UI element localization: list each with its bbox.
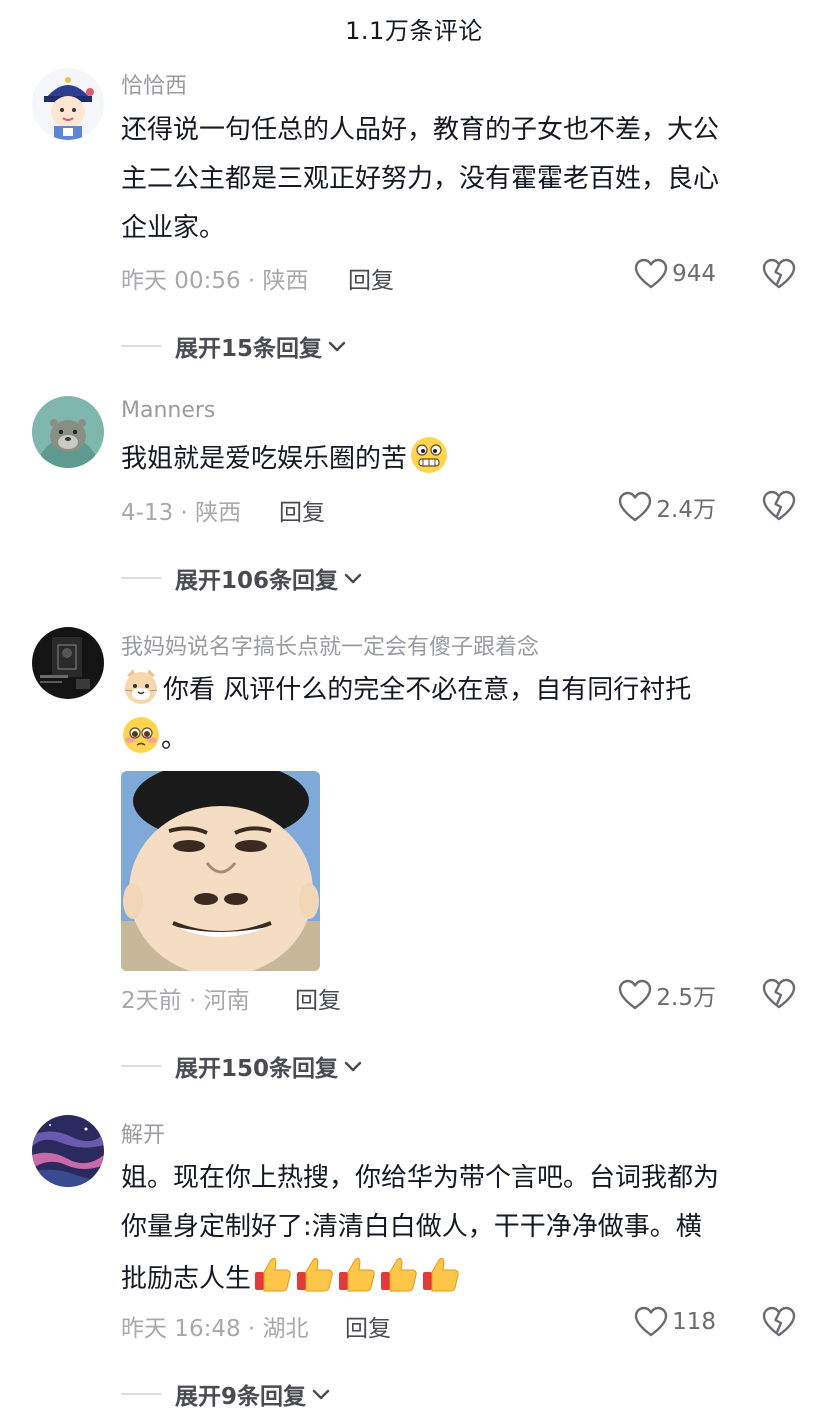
otter-avatar-icon <box>32 396 104 468</box>
like-count: 118 <box>672 1309 716 1335</box>
comment-text: 你看 风评什么的完全不必在意，自有同行衬托 。 <box>121 666 801 764</box>
reply-button[interactable]: 回复 <box>348 261 394 295</box>
comment-line-text: 你看 风评什么的完全不必在意，自有同行衬托 <box>163 675 692 705</box>
avatar[interactable] <box>32 627 104 699</box>
dislike-button[interactable] <box>762 258 796 290</box>
like-count: 2.4万 <box>656 497 716 523</box>
expand-replies-button[interactable]: 展开9条回复 <box>121 1377 332 1411</box>
comment-text: 姐。现在你上热搜，你给华为带个言吧。台词我都为 你量身定制好了:清清白白做人，干… <box>121 1154 801 1301</box>
like-count: 2.5万 <box>656 985 716 1011</box>
dislike-button[interactable] <box>762 978 796 1010</box>
expand-replies-label: 展开106条回复 <box>175 568 339 594</box>
purple-nebula-avatar-icon <box>32 1115 104 1187</box>
dislike-button[interactable] <box>762 1306 796 1338</box>
like-button[interactable]: 2.5万 <box>618 978 716 1012</box>
dark-photo-avatar-icon <box>32 627 104 699</box>
comment-line: 你看 风评什么的完全不必在意，自有同行衬托 <box>121 666 801 715</box>
comment-count-title: 1.1万条评论 <box>345 16 483 45</box>
like-button[interactable]: 2.4万 <box>618 490 716 524</box>
pleading-emoji-icon <box>121 715 161 755</box>
like-button[interactable]: 944 <box>634 258 716 290</box>
reply-button[interactable]: 回复 <box>279 493 325 527</box>
expand-replies-label: 展开15条回复 <box>175 336 323 362</box>
broken-heart-icon <box>762 1306 796 1337</box>
comment-line: 我姐就是爱吃娱乐圈的苦 <box>121 435 801 484</box>
divider <box>121 1393 161 1395</box>
thumbs-up-emoji-icon <box>377 1252 421 1296</box>
heart-icon <box>634 258 668 289</box>
expand-replies-label: 展开9条回复 <box>175 1384 307 1410</box>
chevron-down-icon <box>342 1055 364 1077</box>
cat-emoji-icon <box>121 666 161 706</box>
thumbs-up-emoji-icon <box>251 1252 295 1296</box>
username[interactable]: 解开 <box>121 1117 165 1149</box>
avatar[interactable] <box>32 1115 104 1187</box>
grimace-emoji-icon <box>409 435 449 475</box>
username[interactable]: 恰恰西 <box>121 68 187 100</box>
username[interactable]: Manners <box>121 398 215 423</box>
comment-text: 我姐就是爱吃娱乐圈的苦 <box>121 435 801 484</box>
reply-button[interactable]: 回复 <box>295 981 341 1015</box>
reply-button[interactable]: 回复 <box>345 1309 391 1343</box>
comment-line: 姐。现在你上热搜，你给华为带个言吧。台词我都为 <box>121 1163 720 1193</box>
comment-line-text: 批励志人生 <box>121 1264 252 1294</box>
heart-icon <box>634 1306 668 1337</box>
comment-line: 。 <box>121 715 801 764</box>
thumbs-up-emoji-icon <box>293 1252 337 1296</box>
expand-replies-button[interactable]: 展开15条回复 <box>121 329 348 363</box>
comment-line: 还得说一句任总的人品好，教育的子女也不差，大公 <box>121 115 720 145</box>
broken-heart-icon <box>762 490 796 521</box>
comment-line-text: 。 <box>161 724 188 754</box>
heart-icon <box>619 979 652 1010</box>
comments-header: 1.1万条评论 <box>0 0 828 56</box>
divider <box>121 577 161 579</box>
avatar[interactable] <box>32 68 104 140</box>
heart-icon <box>619 491 652 522</box>
comment-time-location: 昨天 16:48 · 湖北 <box>121 1316 309 1342</box>
comment-line: 主二公主都是三观正好努力，没有霍霍老百姓，良心 <box>121 164 720 194</box>
comment-time-location: 2天前 · 河南 <box>121 988 250 1014</box>
expand-replies-button[interactable]: 展开106条回复 <box>121 561 364 595</box>
divider <box>121 1065 161 1067</box>
like-count: 944 <box>672 261 716 287</box>
comment-time-location: 昨天 00:56 · 陕西 <box>121 268 309 294</box>
dislike-button[interactable] <box>762 490 796 522</box>
broken-heart-icon <box>762 258 796 289</box>
comment-time-location: 4-13 · 陕西 <box>121 500 242 526</box>
cartoon-qing-official-avatar-icon <box>32 68 104 140</box>
comment-image[interactable] <box>121 771 320 971</box>
expand-replies-button[interactable]: 展开150条回复 <box>121 1049 364 1083</box>
chevron-down-icon <box>326 335 348 357</box>
comment-line-text: 我姐就是爱吃娱乐圈的苦 <box>121 444 408 474</box>
chevron-down-icon <box>310 1383 332 1405</box>
like-button[interactable]: 118 <box>634 1306 716 1338</box>
divider <box>121 345 161 347</box>
avatar[interactable] <box>32 396 104 468</box>
broken-heart-icon <box>762 978 796 1009</box>
thumbs-up-emoji-icon <box>335 1252 379 1296</box>
distorted-face-meme-image <box>121 771 320 971</box>
comment-line: 你量身定制好了:清清白白做人，干干净净做事。横 <box>121 1212 702 1242</box>
comment-text: 还得说一句任总的人品好，教育的子女也不差，大公 主二公主都是三观正好努力，没有霍… <box>121 106 801 253</box>
chevron-down-icon <box>342 567 364 589</box>
expand-replies-label: 展开150条回复 <box>175 1056 339 1082</box>
thumbs-up-emoji-icon <box>419 1252 463 1296</box>
comment-line: 批励志人生 <box>121 1252 801 1301</box>
comment-line: 企业家。 <box>121 213 226 243</box>
username[interactable]: 我妈妈说名字搞长点就一定会有傻子跟着念 <box>121 629 539 661</box>
